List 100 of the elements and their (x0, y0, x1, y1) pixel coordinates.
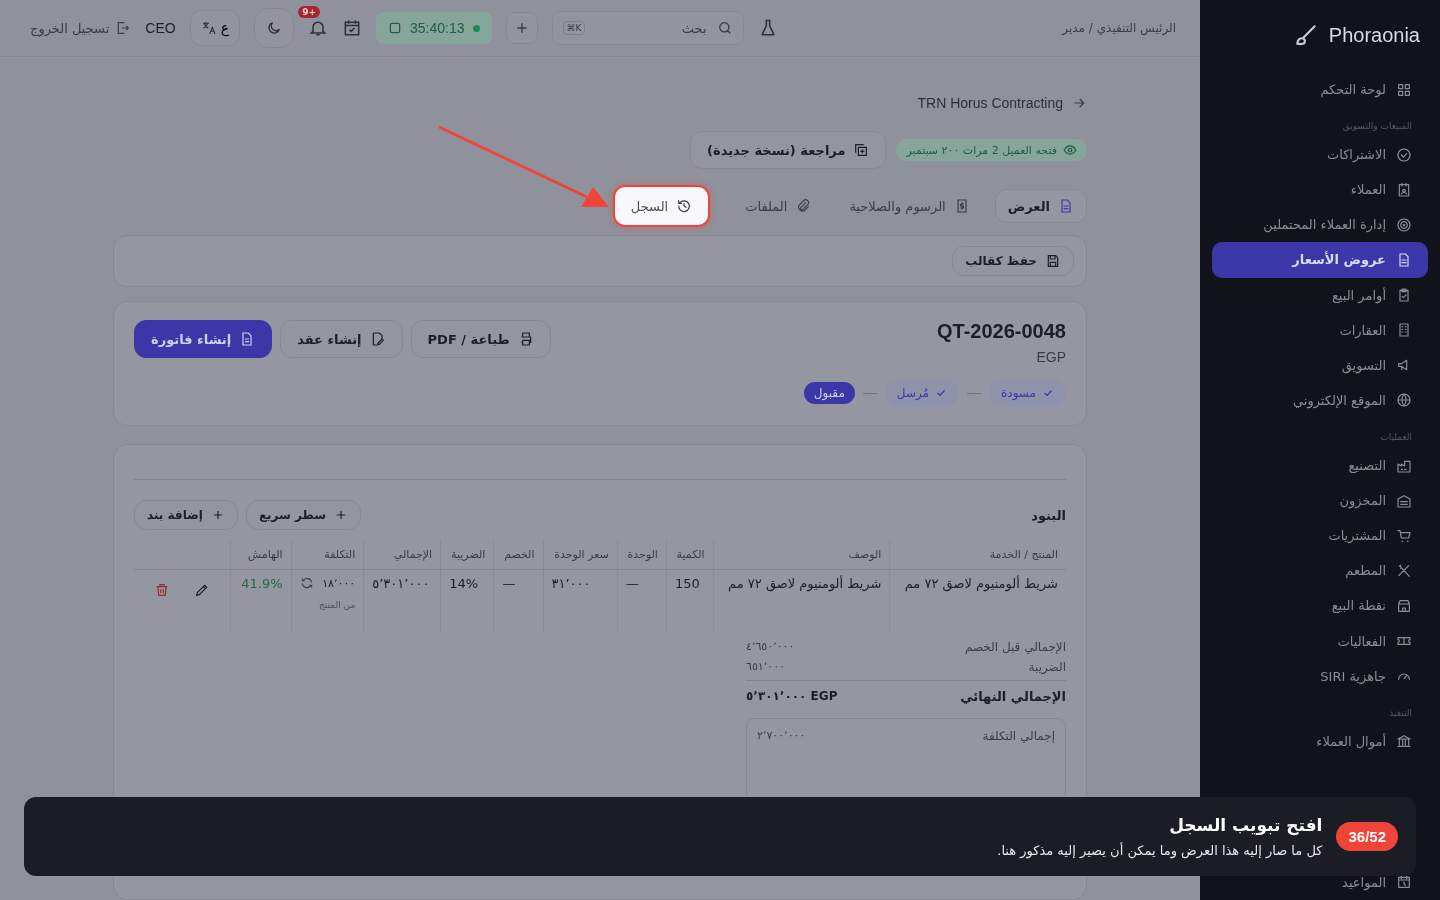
cost-label: إجمالي التكلفة (982, 729, 1055, 743)
target-icon (1396, 216, 1412, 233)
cost-source: من المنتج (318, 600, 356, 610)
brand-logo[interactable]: Phoraonia (1328, 23, 1420, 47)
calendar-clock-icon (1396, 874, 1412, 891)
margin-cell: 41.9% (230, 569, 292, 632)
sidebar-item[interactable]: المطعم (1212, 553, 1428, 589)
warehouse-icon (1396, 492, 1412, 509)
sidebar-item[interactable]: الفعاليات (1212, 623, 1428, 659)
section-heading: المبيعات والتسويق (1341, 120, 1413, 134)
dark-mode-button[interactable] (254, 8, 295, 48)
total-value: ٤٬٦٥٠٬٠٠٠ (746, 640, 795, 654)
language-button[interactable]: ع (189, 10, 241, 46)
sidebar-item[interactable]: العملاء (1212, 172, 1428, 208)
sidebar-item[interactable]: جاهزية SIRI (1212, 658, 1428, 694)
utensils-icon (1396, 562, 1412, 579)
save-icon (1045, 253, 1061, 269)
grid-icon (1396, 81, 1412, 98)
revision-button[interactable]: مراجعة (نسخة جديدة) (690, 131, 887, 169)
status-step: مسودة (989, 379, 1066, 407)
sidebar-item[interactable]: إدارة العملاء المحتملين (1212, 207, 1428, 243)
back-link[interactable]: TRN Horus Contracting (917, 95, 1087, 111)
currency-label: EGP (1035, 349, 1066, 365)
sidebar-item[interactable]: التسويق (1212, 347, 1428, 383)
translate-icon (200, 20, 217, 36)
add-line-button[interactable]: إضافة بند (134, 500, 238, 530)
sidebar-item[interactable]: لوحة التحكم (1212, 72, 1428, 108)
status-step: مقبول (803, 382, 855, 404)
column-header: الضريبة (440, 540, 494, 570)
breadcrumb: الرئيس التنفيذي / مدير (1062, 21, 1176, 35)
total-label: الإجمالي قبل الخصم (964, 640, 1066, 654)
table-cell: — (617, 569, 667, 632)
tab[interactable]: العرض (994, 189, 1087, 223)
column-header: التكلفة (291, 540, 364, 570)
moon-icon (266, 20, 283, 36)
status-dot (472, 24, 480, 32)
sidebar-item[interactable]: نقطة البيع (1212, 588, 1428, 624)
sidebar-item[interactable]: المشتريات (1212, 518, 1428, 554)
refresh-icon[interactable] (299, 576, 314, 590)
edit-icon[interactable] (194, 582, 210, 598)
column-header: الهامش (230, 540, 292, 570)
tab[interactable]: السجل (612, 185, 711, 227)
sidebar-item[interactable]: المواعيد (1212, 864, 1428, 900)
sidebar-item[interactable]: المخزون (1212, 483, 1428, 519)
section-heading: التنفيذ (1388, 706, 1413, 720)
viewed-badge: فتحه العميل 2 مرات ٢٠٠ سبتمبر (896, 139, 1087, 161)
notification-badge: +9 (298, 6, 321, 18)
cart-icon (1396, 527, 1412, 544)
sidebar-item[interactable]: عروض الأسعار (1212, 242, 1428, 278)
timer-pill[interactable]: 35:40:13 (376, 12, 492, 44)
section-title: البنود (1031, 507, 1066, 523)
add-button[interactable] (505, 12, 538, 44)
total-value: EGP ٥٬٣٠١٬٠٠٠ (746, 689, 838, 704)
cost-value: ٢٬٧٠٠٬٠٠٠ (757, 729, 806, 743)
column-header: الوحدة (617, 540, 667, 570)
eye-icon (1063, 143, 1077, 157)
table-cell: ٥٬٣٠١٬٠٠٠ (363, 569, 441, 632)
document-icon (1396, 252, 1412, 268)
action-button[interactable]: إنشاء عقد (280, 320, 403, 358)
paperclip-icon (795, 198, 812, 214)
building-icon (1396, 322, 1412, 339)
stop-icon (388, 21, 403, 35)
sidebar-item[interactable]: أوامر البيع (1212, 277, 1428, 313)
total-label: الضريبة (1028, 660, 1066, 674)
table-cell: شريط ألومنيوم لاصق ٧٢ مم (713, 569, 890, 632)
table-cell: 150 (666, 569, 714, 632)
sidebar-item[interactable]: الموقع الإلكتروني (1212, 382, 1428, 418)
search-input[interactable]: بحث (593, 19, 709, 37)
globe-icon (1396, 392, 1412, 409)
clipboard-icon (1396, 287, 1412, 304)
table-cell: ١٨٬٠٠٠ (322, 576, 356, 590)
step-counter: 36/52 (1336, 822, 1398, 851)
delete-icon[interactable] (154, 582, 170, 598)
search-icon (716, 20, 733, 36)
column-header: المنتج / الخدمة (889, 540, 1066, 570)
column-header: الوصف (713, 540, 890, 570)
tab[interactable]: الملفات (732, 189, 825, 223)
add-line-button[interactable]: سطر سريع (245, 500, 361, 530)
sidebar-item[interactable]: الاشتراكات (1212, 137, 1428, 173)
action-button[interactable]: إنشاء فاتورة (134, 320, 273, 358)
id-card-icon (1396, 181, 1412, 198)
save-template-button[interactable]: حفظ كقالب (952, 246, 1074, 276)
status-step: مُرسل (884, 379, 960, 407)
total-value: ٦٥١٬٠٠٠ (746, 660, 785, 674)
plus-icon (334, 508, 348, 522)
action-button[interactable]: طباعة / PDF (410, 320, 551, 358)
history-icon (676, 198, 693, 214)
sidebar-item[interactable]: أموال العملاء (1212, 723, 1428, 759)
copy-plus-icon (853, 142, 870, 158)
role-label: CEO (145, 20, 176, 36)
column-header: الكمية (666, 540, 714, 570)
document-icon (1058, 198, 1074, 214)
column-header: الإجمالي (363, 540, 441, 570)
logout-button[interactable]: تسجيل الخروج (30, 20, 132, 36)
store-icon (1396, 597, 1412, 614)
tab[interactable]: الرسوم والصلاحية (836, 189, 983, 223)
column-header: سعر الوحدة (543, 540, 618, 570)
sidebar-item[interactable]: العقارات (1212, 312, 1428, 348)
sidebar-item[interactable]: التصنيع (1212, 448, 1428, 484)
section-heading: العمليات (1379, 431, 1413, 444)
